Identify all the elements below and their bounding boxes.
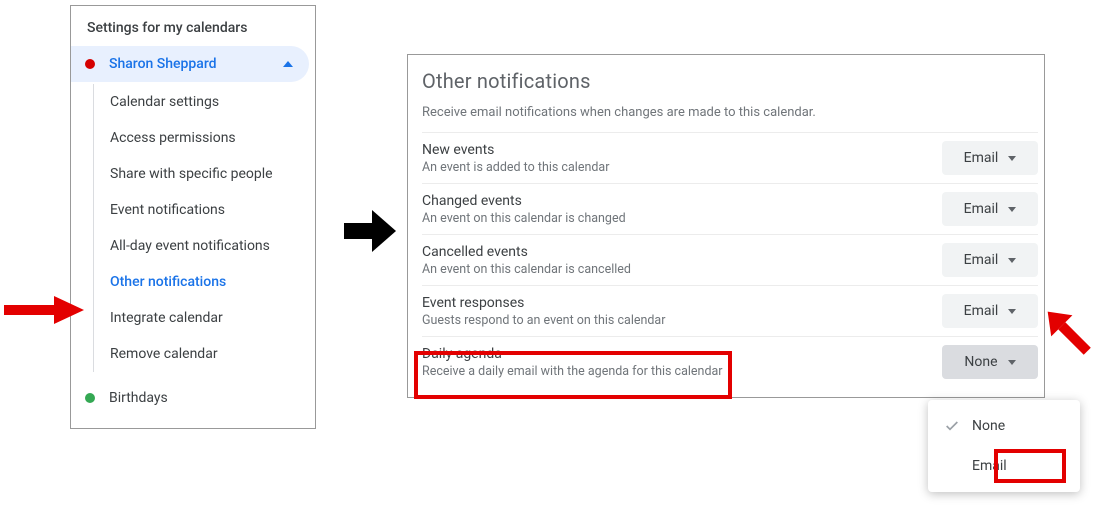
sidebar-item-allday-notifications[interactable]: All-day event notifications — [94, 228, 315, 264]
sidebar-item-calendar-settings[interactable]: Calendar settings — [94, 84, 315, 120]
notif-subtitle: Receive a daily email with the agenda fo… — [422, 364, 723, 379]
calendar-name: Birthdays — [109, 390, 168, 406]
calendar-color-dot — [85, 393, 95, 403]
other-notifications-panel: Other notifications Receive email notifi… — [407, 54, 1045, 398]
menu-item-none[interactable]: None — [928, 406, 1080, 446]
select-value: None — [964, 354, 997, 370]
notif-title: Event responses — [422, 295, 665, 311]
page-title: Other notifications — [422, 69, 1038, 93]
notif-subtitle: Guests respond to an event on this calen… — [422, 313, 665, 328]
calendar-row-sharon[interactable]: Sharon Sheppard — [71, 46, 309, 82]
select-cancelled-events[interactable]: Email — [942, 243, 1038, 277]
menu-item-label: Email — [972, 458, 1007, 474]
chevron-down-icon — [1008, 156, 1016, 161]
sidebar-item-access-permissions[interactable]: Access permissions — [94, 120, 315, 156]
notif-row-new-events: New events An event is added to this cal… — [422, 132, 1038, 183]
notif-row-cancelled-events: Cancelled events An event on this calend… — [422, 234, 1038, 285]
menu-item-label: None — [972, 418, 1005, 434]
calendar-color-dot — [85, 59, 95, 69]
chevron-down-icon — [1008, 207, 1016, 212]
dropdown-menu: None Email — [928, 400, 1080, 492]
notif-subtitle: An event on this calendar is cancelled — [422, 262, 631, 277]
notif-title: Daily agenda — [422, 346, 723, 362]
select-value: Email — [964, 252, 999, 268]
page-description: Receive email notifications when changes… — [422, 105, 1038, 120]
calendar-row-birthdays[interactable]: Birthdays — [71, 380, 309, 416]
sidebar-heading: Settings for my calendars — [71, 14, 315, 46]
notif-title: Cancelled events — [422, 244, 631, 260]
notif-title: New events — [422, 142, 609, 158]
sidebar-item-other-notifications[interactable]: Other notifications — [94, 264, 315, 300]
chevron-down-icon — [1008, 258, 1016, 263]
settings-sidebar: Settings for my calendars Sharon Sheppar… — [70, 5, 316, 429]
select-new-events[interactable]: Email — [942, 141, 1038, 175]
calendar-name: Sharon Sheppard — [109, 56, 217, 72]
sidebar-item-remove[interactable]: Remove calendar — [94, 336, 315, 372]
annotation-arrow-icon — [1038, 302, 1104, 368]
sidebar-item-share[interactable]: Share with specific people — [94, 156, 315, 192]
notif-subtitle: An event on this calendar is changed — [422, 211, 626, 226]
select-daily-agenda[interactable]: None — [942, 345, 1038, 379]
notif-title: Changed events — [422, 193, 626, 209]
notif-row-daily-agenda: Daily agenda Receive a daily email with … — [422, 336, 1038, 387]
notif-row-changed-events: Changed events An event on this calendar… — [422, 183, 1038, 234]
select-event-responses[interactable]: Email — [942, 294, 1038, 328]
chevron-down-icon — [1008, 309, 1016, 314]
sidebar-item-event-notifications[interactable]: Event notifications — [94, 192, 315, 228]
notif-subtitle: An event is added to this calendar — [422, 160, 609, 175]
sidebar-item-integrate[interactable]: Integrate calendar — [94, 300, 315, 336]
select-changed-events[interactable]: Email — [942, 192, 1038, 226]
sidebar-subnav: Calendar settings Access permissions Sha… — [93, 84, 315, 372]
notif-row-event-responses: Event responses Guests respond to an eve… — [422, 285, 1038, 336]
check-icon — [942, 418, 962, 434]
chevron-down-icon — [1008, 360, 1016, 365]
chevron-up-icon — [283, 61, 293, 67]
menu-item-email[interactable]: Email — [928, 446, 1080, 486]
annotation-arrow-icon — [344, 210, 396, 252]
select-value: Email — [964, 201, 999, 217]
select-value: Email — [964, 303, 999, 319]
select-value: Email — [964, 150, 999, 166]
